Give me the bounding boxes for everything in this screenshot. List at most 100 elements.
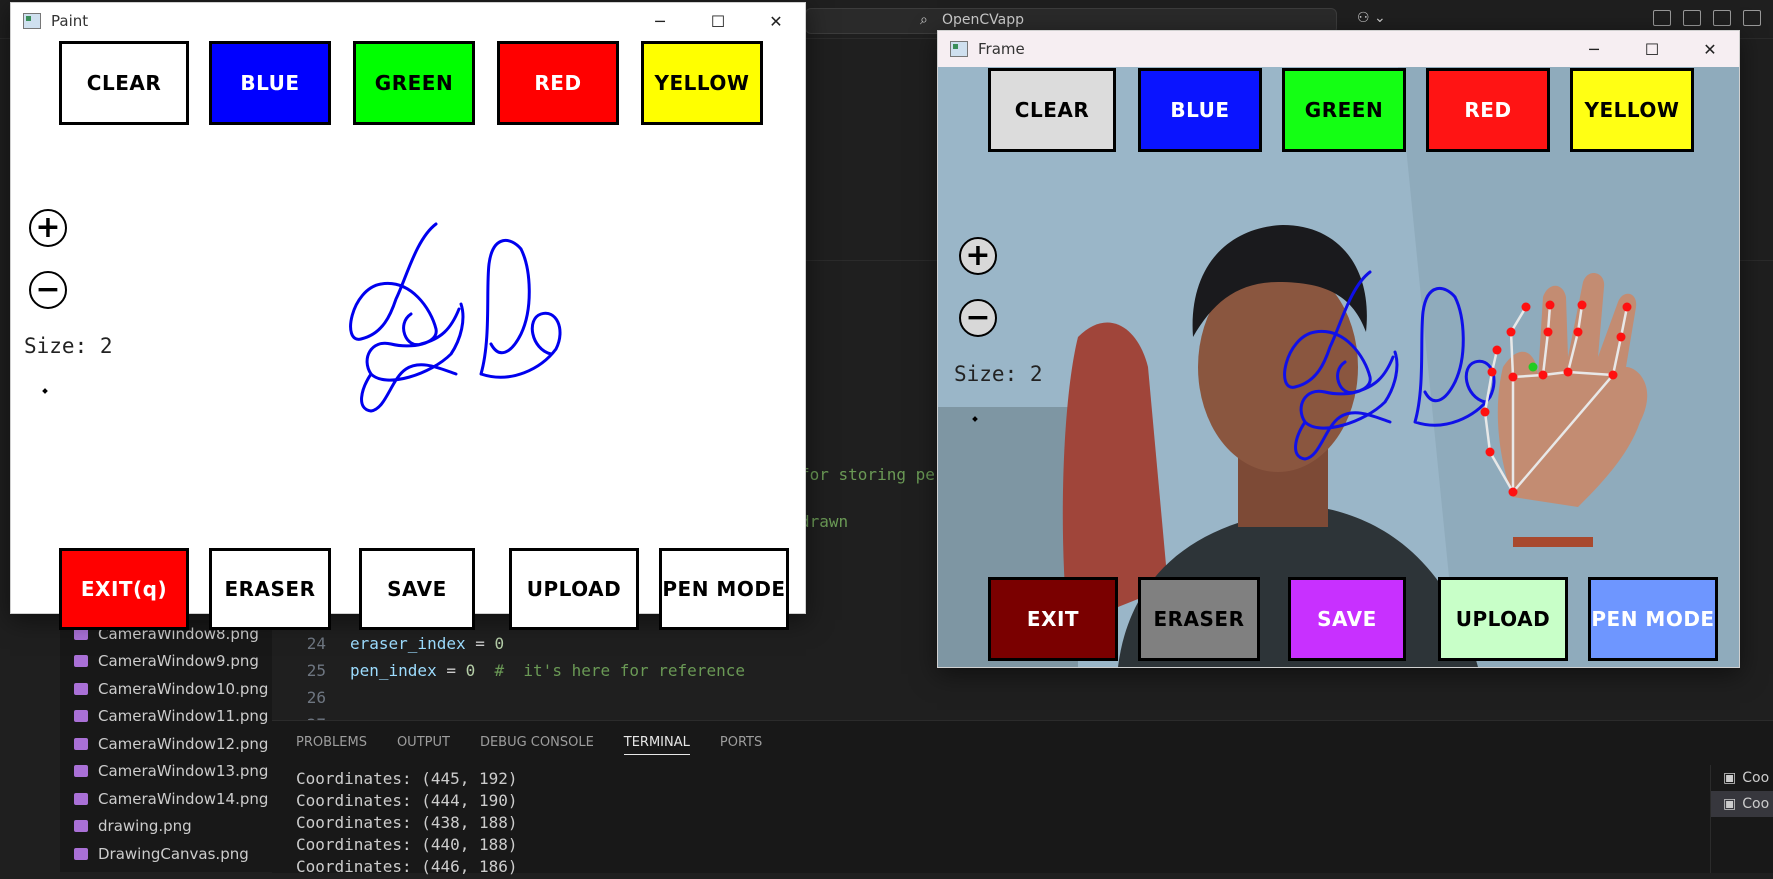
frame-upload-button[interactable]: UPLOAD (1438, 577, 1568, 661)
hand-landmark-point (1538, 370, 1548, 380)
panel-tab-problems[interactable]: PROBLEMS (296, 735, 367, 755)
explorer-sidebar: CameraWindow8.png CameraWindow9.png Camera… (60, 620, 272, 872)
terminal-list-item[interactable]: ▣ Coo (1711, 791, 1773, 817)
code-token: 0 (494, 634, 505, 653)
frame-clear-button[interactable]: CLEAR (988, 68, 1116, 152)
line-number: 24 (306, 634, 326, 653)
terminal-output-line: Coordinates: (438, 188) (296, 813, 518, 832)
paint-save-button[interactable]: SAVE (359, 548, 475, 630)
layout-controls (1653, 10, 1761, 26)
close-button[interactable]: ✕ (747, 3, 805, 39)
hand-landmark-point (1492, 345, 1502, 355)
image-file-icon (74, 847, 88, 860)
customize-layout-icon[interactable] (1653, 10, 1671, 26)
explorer-file-item[interactable]: CameraWindow9.png (60, 648, 272, 676)
hand-landmark-point (1508, 372, 1518, 382)
panel-tab-debug-console[interactable]: DEBUG CONSOLE (480, 735, 594, 755)
frame-eraser-button[interactable]: ERASER (1138, 577, 1260, 661)
explorer-file-item[interactable]: CameraWindow14.png (60, 785, 272, 813)
zoom-out-icon[interactable]: − (29, 271, 67, 309)
terminal-icon: ▣ (1723, 770, 1737, 786)
hand-landmark-point (1485, 447, 1495, 457)
file-name: CameraWindow14.png (98, 789, 269, 808)
code-token: pen_index (350, 661, 437, 680)
code-comment-fragment: for storing pe (800, 465, 935, 484)
copilot-icon[interactable]: ⚇ ⌄ (1357, 10, 1386, 26)
file-name: drawing.png (98, 817, 192, 836)
code-token: # it's here for reference (475, 661, 745, 680)
close-button[interactable]: ✕ (1681, 31, 1739, 67)
panel-tab-output[interactable]: OUTPUT (397, 735, 450, 755)
code-token: = (436, 661, 466, 680)
terminal-output-line: Coordinates: (444, 190) (296, 791, 518, 810)
hand-landmark-point (1506, 327, 1516, 337)
zoom-in-icon[interactable]: + (29, 209, 67, 247)
search-icon: ⌕ (920, 12, 928, 28)
terminal-list-item[interactable]: ▣ Coo (1711, 765, 1773, 791)
paint-eraser-button[interactable]: ERASER (209, 548, 331, 630)
image-file-icon (74, 710, 88, 723)
explorer-file-item[interactable]: CameraWindow11.png (60, 703, 272, 731)
terminal-output-line: Coordinates: (445, 192) (296, 769, 518, 788)
explorer-file-item[interactable]: drawing.png (60, 813, 272, 841)
hand-landmark-point (1563, 367, 1573, 377)
maximize-button[interactable]: ☐ (1623, 31, 1681, 67)
file-name: CameraWindow10.png (98, 679, 269, 698)
image-file-icon (74, 792, 88, 805)
terminal-output-line: Coordinates: (446, 186) (296, 857, 518, 876)
frame-red-button[interactable]: RED (1426, 68, 1550, 152)
paint-clear-button[interactable]: CLEAR (59, 41, 189, 125)
hand-landmark-point (1608, 370, 1618, 380)
explorer-file-item[interactable]: DrawingCanvas.png (60, 840, 272, 868)
frame-titlebar: Frame ─ ☐ ✕ (938, 31, 1739, 67)
minimize-button[interactable]: ─ (631, 3, 689, 39)
frame-pen-mode-button[interactable]: PEN MODE (1588, 577, 1718, 661)
toggle-sidebar-icon[interactable] (1683, 10, 1701, 26)
paint-exit-q-button[interactable]: EXIT(q) (59, 548, 189, 630)
window-title: Frame (978, 40, 1025, 58)
drawing-stroke (349, 222, 562, 413)
paint-yellow-button[interactable]: YELLOW (641, 41, 763, 125)
camera-feed[interactable]: CLEAR BLUE GREEN RED YELLOW EXIT ERASER SAVE UPL… (938, 67, 1739, 667)
panel-tab-terminal[interactable]: TERMINAL (623, 735, 690, 755)
frame-window: Frame ─ ☐ ✕ CLEAR BLUE GREEN RED YELLOW … (937, 30, 1740, 668)
code-token: eraser_index (350, 634, 466, 653)
paint-red-button[interactable]: RED (497, 41, 619, 125)
paint-pen-mode-button[interactable]: PEN MODE (659, 548, 789, 630)
frame-green-button[interactable]: GREEN (1282, 68, 1406, 152)
brush-size-label: Size: 2 (24, 334, 113, 358)
line-number: 26 (306, 688, 326, 707)
explorer-file-item[interactable]: CameraWindow10.png (60, 675, 272, 703)
hand-landmark-point (1622, 302, 1632, 312)
minimize-button[interactable]: ─ (1565, 31, 1623, 67)
hand-landmark-point (1577, 300, 1587, 310)
panel-tab-ports[interactable]: PORTS (720, 735, 762, 755)
explorer-file-item[interactable]: CameraWindow12.png (60, 730, 272, 758)
fingertip-pointer (1528, 362, 1538, 372)
file-name: CameraWindow9.png (98, 652, 259, 671)
hand-landmark-point (1521, 302, 1531, 312)
code-line: pen_index = 0 # it's here for reference (350, 659, 745, 683)
file-name: CameraWindow13.png (98, 762, 269, 781)
paint-upload-button[interactable]: UPLOAD (509, 548, 639, 630)
maximize-button[interactable]: ☐ (689, 3, 747, 39)
frame-yellow-button[interactable]: YELLOW (1570, 68, 1694, 152)
line-number: 25 (306, 661, 326, 680)
zoom-out-icon[interactable]: − (959, 299, 997, 337)
paint-blue-button[interactable]: BLUE (209, 41, 331, 125)
image-file-icon (74, 655, 88, 668)
explorer-file-item[interactable]: CameraWindow13.png (60, 758, 272, 786)
toggle-panel-icon[interactable] (1713, 10, 1731, 26)
toggle-secondary-sidebar-icon[interactable] (1743, 10, 1761, 26)
code-line: eraser_index = 0 (350, 632, 504, 656)
paint-green-button[interactable]: GREEN (353, 41, 475, 125)
paint-canvas[interactable]: CLEAR BLUE GREEN RED YELLOW EXIT(q) ERASER SAVE… (11, 39, 805, 630)
window-title: Paint (51, 12, 89, 30)
zoom-in-icon[interactable]: + (959, 237, 997, 275)
frame-exit-button[interactable]: EXIT (988, 577, 1118, 661)
frame-blue-button[interactable]: BLUE (1138, 68, 1262, 152)
search-text: OpenCVapp (942, 12, 1025, 28)
code-comment-fragment: drawn (800, 512, 849, 531)
file-name: CameraWindow11.png (98, 707, 269, 726)
frame-save-button[interactable]: SAVE (1288, 577, 1406, 661)
